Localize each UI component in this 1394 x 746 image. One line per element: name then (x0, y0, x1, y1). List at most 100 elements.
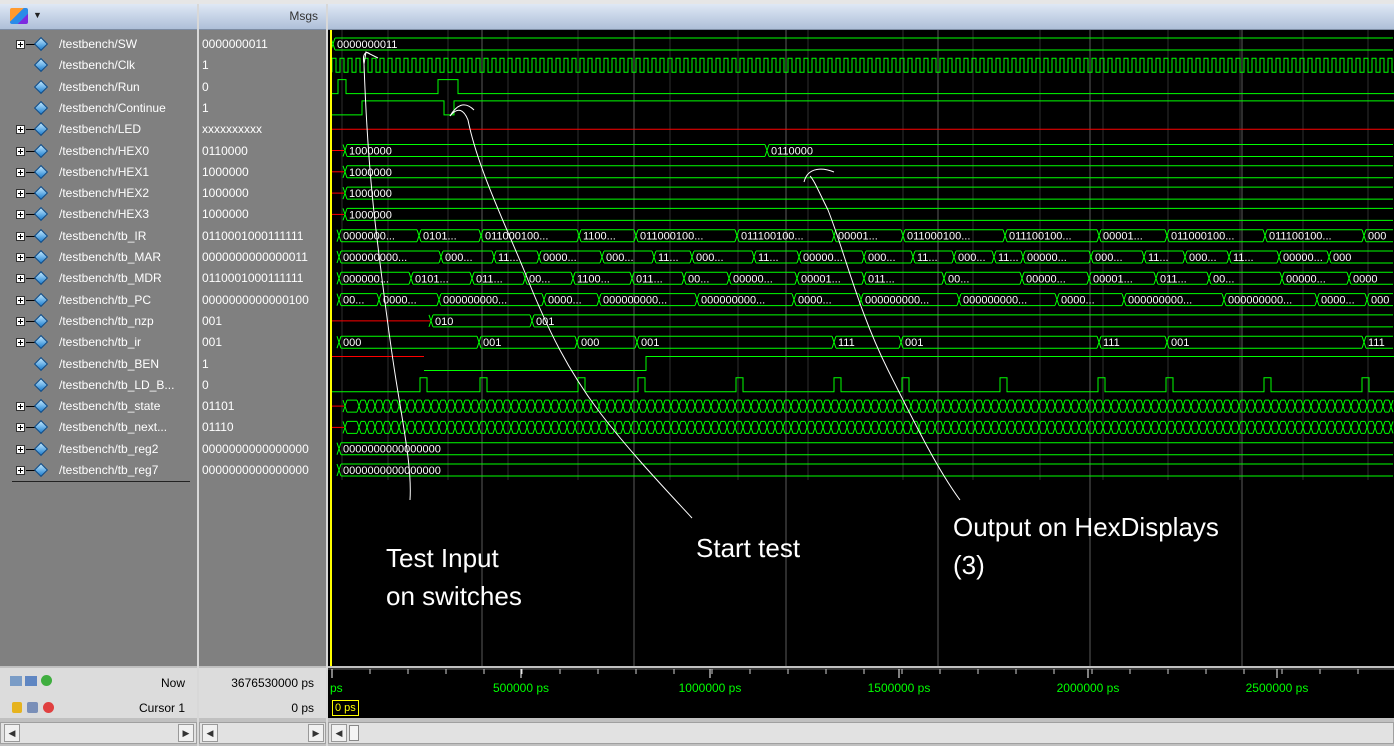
expand-icon[interactable] (16, 402, 25, 412)
bus-value-label: 0000... (1061, 295, 1095, 307)
cursor-tag[interactable]: 0 ps (332, 700, 359, 716)
signal-name: /testbench/tb_PC (59, 292, 152, 307)
expand-icon[interactable] (16, 125, 25, 135)
signal-row[interactable]: /testbench/tb_MDR (0, 268, 197, 289)
expand-icon[interactable] (16, 466, 25, 475)
expand-icon[interactable] (16, 444, 25, 454)
signal-row[interactable]: /testbench/tb_LD_B... (0, 375, 197, 396)
bus-value-label: 11... (1233, 252, 1254, 264)
signal-row[interactable]: /testbench/Clk (0, 55, 197, 76)
signal-names-panel: /testbench/SW/testbench/Clk/testbench/Ru… (0, 30, 197, 666)
bus-value-label: 11... (498, 252, 519, 264)
wave-scroll-left[interactable]: ◀ (331, 724, 347, 742)
signal-row[interactable]: /testbench/HEX1 (0, 162, 197, 183)
signal-row[interactable]: /testbench/HEX3 (0, 204, 197, 225)
bus-value-label: 001 (641, 337, 659, 349)
signal-row[interactable]: /testbench/tb_BEN (0, 354, 197, 375)
signal-row[interactable]: /testbench/Continue (0, 98, 197, 119)
bus-segment (1252, 420, 1261, 434)
bus-wave (330, 37, 1393, 51)
bus-value-label: 0000000... (343, 231, 395, 243)
names-scrollbar[interactable] (0, 722, 197, 744)
bus-segment (404, 420, 413, 434)
bus-segment (980, 420, 989, 434)
bus-value-label: 011... (476, 273, 503, 285)
expand-icon[interactable] (16, 274, 25, 284)
wave-toolbar-icon[interactable] (10, 8, 28, 24)
values-scroll-right[interactable]: ▶ (308, 724, 324, 742)
bus-segment (556, 420, 565, 434)
bus-segment (532, 420, 541, 434)
bus-segment (1276, 420, 1285, 434)
chevron-down-icon[interactable]: ▼ (33, 10, 42, 20)
bus-segment (484, 399, 493, 413)
msgs-label: Msgs (289, 9, 318, 23)
signal-row[interactable]: /testbench/tb_MAR (0, 247, 197, 268)
bus-segment (1092, 399, 1101, 413)
bus-value-label: 011... (636, 273, 663, 285)
wrench-icon[interactable] (27, 702, 38, 713)
bus-segment (684, 399, 693, 413)
bus-segment (420, 399, 429, 413)
bus-value-label: 001 (483, 337, 501, 349)
signal-row[interactable]: /testbench/tb_ir (0, 332, 197, 353)
signal-row[interactable]: /testbench/tb_reg2 (0, 439, 197, 460)
bus-value-label: 000000000... (963, 295, 1027, 307)
expand-icon[interactable] (16, 423, 25, 433)
bus-segment (1148, 420, 1157, 434)
add-cursor-icon[interactable] (41, 675, 52, 686)
signal-row[interactable]: /testbench/LED (0, 119, 197, 140)
expand-icon[interactable] (16, 338, 25, 348)
expand-icon[interactable] (16, 40, 25, 49)
signal-name: /testbench/Clk (59, 58, 136, 73)
wave-scrollbar[interactable] (328, 722, 1394, 744)
bus-segment (796, 420, 805, 434)
bus-segment (1364, 399, 1373, 413)
expand-icon[interactable] (16, 167, 25, 177)
signal-row[interactable]: /testbench/Run (0, 77, 197, 98)
remove-cursor-icon[interactable] (43, 702, 54, 713)
signal-row[interactable]: /testbench/tb_IR (0, 226, 197, 247)
status-icon-2[interactable] (25, 676, 37, 686)
signal-row[interactable]: /testbench/tb_PC (0, 290, 197, 311)
expand-icon[interactable] (16, 146, 25, 156)
annotation-stroke (449, 109, 693, 519)
signal-row[interactable]: /testbench/SW (0, 34, 197, 55)
wave-scroll-thumb[interactable] (349, 725, 359, 741)
time-axis[interactable]: ps 500000 ps 1000000 ps 1500000 ps 2000000 p… (328, 668, 1394, 698)
signal-row[interactable]: /testbench/tb_state (0, 396, 197, 417)
bus-segment (476, 399, 485, 413)
annotation-test-input: Test Input on switches (386, 539, 522, 615)
expand-icon[interactable] (16, 210, 25, 220)
names-scroll-right[interactable]: ▶ (178, 724, 194, 742)
expand-icon[interactable] (16, 295, 25, 305)
signal-name: /testbench/tb_MDR (59, 271, 162, 286)
bus-segment (860, 420, 869, 434)
expand-icon[interactable] (16, 189, 25, 199)
expand-icon[interactable] (16, 231, 25, 241)
signal-row[interactable]: /testbench/HEX2 (0, 183, 197, 204)
signal-row[interactable]: /testbench/tb_reg7 (0, 460, 197, 481)
bus-segment (1164, 399, 1173, 413)
bus-segment (804, 420, 813, 434)
names-scroll-left[interactable]: ◀ (4, 724, 20, 742)
bus-value-label: 011... (1160, 273, 1187, 285)
signal-row[interactable]: /testbench/HEX0 (0, 141, 197, 162)
lock-icon[interactable] (12, 702, 22, 713)
annotation-test-input-line1: Test Input (386, 543, 499, 573)
signal-row[interactable]: /testbench/tb_next... (0, 417, 197, 438)
bus-value-label: 010 (435, 316, 453, 328)
signal-diamond-icon (33, 143, 49, 158)
bus-segment (540, 399, 549, 413)
status-icon-1[interactable] (10, 676, 22, 686)
values-scroll-left[interactable]: ◀ (202, 724, 218, 742)
signal-row[interactable]: /testbench/tb_nzp (0, 311, 197, 332)
bus-segment (468, 420, 477, 434)
expand-icon[interactable] (16, 316, 25, 326)
signal-diamond-icon (33, 335, 49, 350)
bus-value-label: 000 (1371, 295, 1389, 307)
values-scrollbar[interactable] (199, 722, 326, 744)
bus-segment (908, 420, 917, 434)
expand-icon[interactable] (16, 253, 25, 262)
bus-segment (964, 420, 973, 434)
